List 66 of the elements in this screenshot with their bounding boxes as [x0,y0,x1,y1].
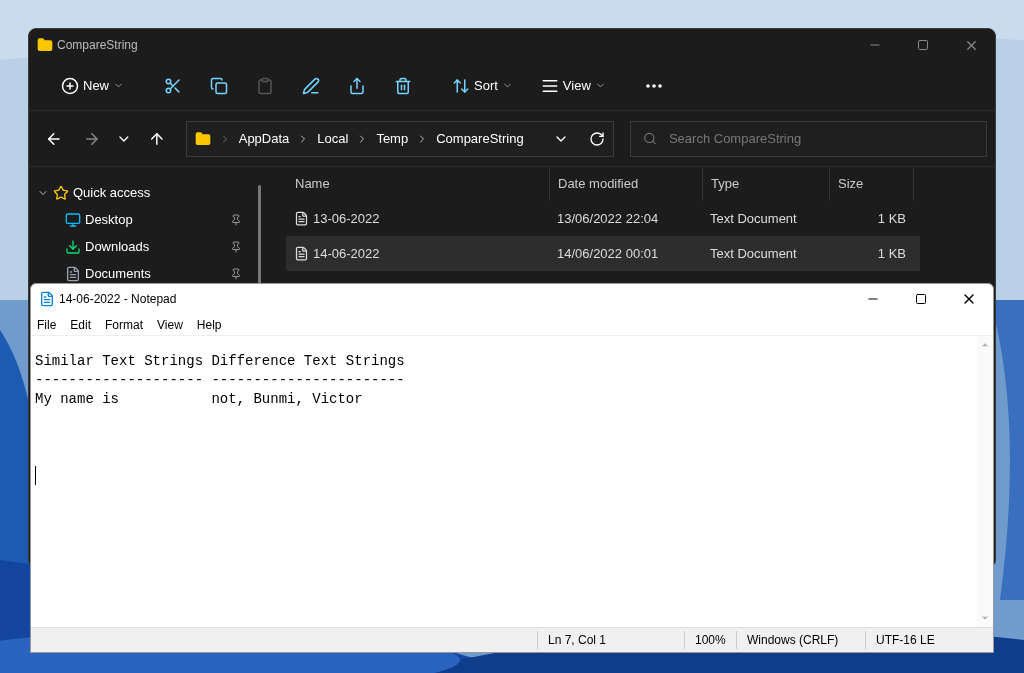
text-line: Similar Text Strings Difference Text Strings [35,352,405,371]
date-cell-text: 13/06/2022 22:04 [556,209,660,228]
sidebar-item[interactable]: Quick access [37,179,258,206]
sidebar-item[interactable]: Desktop [37,206,258,233]
folder-icon [37,37,53,53]
size-cell-text: 1 KB [876,244,907,263]
breadcrumb[interactable]: CompareString [436,128,524,149]
scrollbar[interactable] [258,185,261,285]
star-icon [53,184,69,201]
breadcrumb[interactable]: Local [317,128,349,149]
sidebar-item[interactable]: Documents [37,260,258,287]
document-icon [65,265,81,282]
monitor-icon [65,211,81,228]
breadcrumb[interactable]: AppData [238,128,290,149]
text-file-icon [294,211,309,226]
menu-item[interactable]: Help [196,315,222,334]
menu-item[interactable]: Format [105,315,144,334]
window-title: CompareString [57,37,138,54]
breadcrumb[interactable]: Temp [376,128,409,149]
status-item: UTF-16 LE [865,631,985,649]
refresh-icon[interactable] [589,130,606,147]
search-field[interactable]: Search CompareString [630,120,987,157]
scissors-icon [164,76,182,95]
menu-item[interactable]: File [37,315,57,334]
type-cell-text: Text Document [709,244,798,263]
text-caret [35,466,36,485]
maximize-icon [917,39,929,51]
text-file-icon [294,246,309,261]
share-icon [348,76,366,95]
date-cell-text: 14/06/2022 00:01 [556,244,660,263]
search-icon [643,131,657,146]
text-line: My name is not, Bunmi, Victor [35,390,363,409]
toolbar-button[interactable]: New [53,68,132,103]
search-input[interactable]: Search CompareString [668,128,974,149]
plus-circle-icon [61,76,79,95]
file-row[interactable]: 13-06-2022 13/06/2022 22:04 Text Document 1 KB [286,201,920,236]
column-header[interactable]: Size [829,167,914,201]
sidebar-item[interactable]: Downloads [37,233,258,260]
status-item: Ln 7, Col 1 [537,631,684,649]
address-bar[interactable]: AppData Local Temp CompareString [185,120,615,157]
folder-icon [194,130,211,147]
toolbar-button[interactable]: Sort [444,68,521,103]
toolbar-button[interactable]: View [532,68,614,103]
file-name: 14-06-2022 [313,244,380,263]
sort-arrows-icon [452,76,470,95]
notepad-icon [39,291,55,307]
trash-icon [394,76,412,95]
size-cell-text: 1 KB [876,209,907,228]
maximize-icon [915,293,927,305]
clipboard-icon [256,76,274,95]
text-line: -------------------- ----------------------- [35,371,405,390]
column-header[interactable]: Type [702,167,829,201]
menu-item[interactable]: Edit [70,315,92,334]
copy-icon [210,76,228,95]
column-header[interactable]: Name [286,167,549,201]
pen-icon [302,76,320,95]
status-item: Windows (CRLF) [736,631,865,649]
column-header[interactable]: Date modified [549,167,702,201]
type-cell-text: Text Document [709,209,798,228]
window-title: 14-06-2022 - Notepad [59,291,177,308]
file-name: 13-06-2022 [313,209,380,228]
file-row[interactable]: 14-06-2022 14/06/2022 00:01 Text Document 1 KB [286,236,920,271]
menu-item[interactable]: View [157,315,183,334]
ellipsis-icon [645,83,662,88]
status-item: 100% [684,631,736,649]
download-icon [65,238,81,255]
